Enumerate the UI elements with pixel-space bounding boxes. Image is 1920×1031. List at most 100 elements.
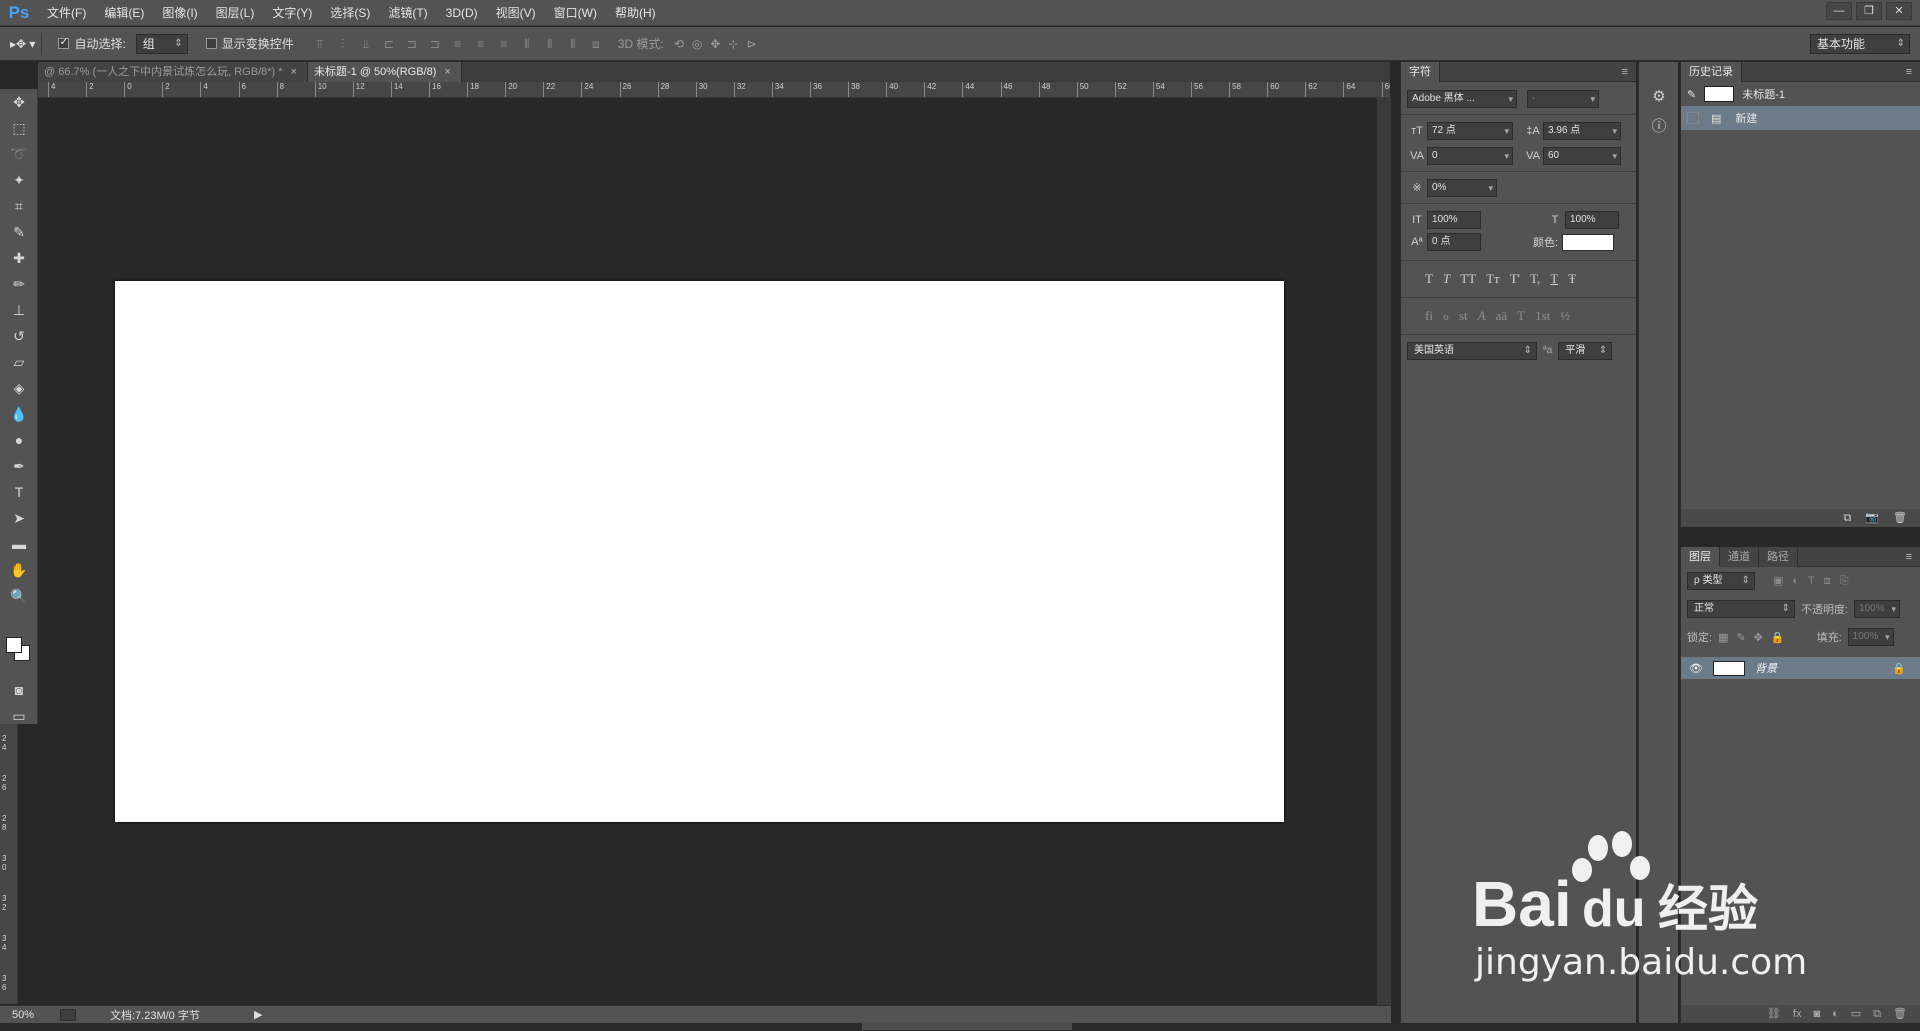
adjustment-layer-icon[interactable]: ◐ xyxy=(1832,1005,1839,1023)
type-tool-icon[interactable]: T xyxy=(0,479,38,505)
vertical-scale-field[interactable]: 100% xyxy=(1427,210,1481,229)
scrollbar-thumb[interactable] xyxy=(862,1023,1072,1030)
layer-filter-icons[interactable]: ▣◐T⧈⎘ xyxy=(1773,574,1858,588)
shape-tool-icon[interactable]: ▬ xyxy=(0,531,38,557)
swash-button[interactable]: A xyxy=(1478,308,1486,324)
move-tool-preset[interactable]: ▸✥ ▾ xyxy=(10,37,35,51)
all-caps-button[interactable]: TT xyxy=(1460,271,1476,287)
foreground-color-swatch[interactable] xyxy=(6,637,22,653)
history-snapshot[interactable]: ✎ 未标题-1 xyxy=(1681,82,1920,106)
distribute-top-icon[interactable]: ≡ xyxy=(450,36,466,52)
text-color-swatch[interactable] xyxy=(1562,233,1615,251)
fractions-button[interactable]: ½ xyxy=(1560,308,1570,324)
new-snapshot-icon[interactable]: 📷 xyxy=(1865,509,1879,527)
tab-document-1[interactable]: @ 66.7% (一人之下中内景试炼怎么玩, RGB/8*) * × xyxy=(38,62,308,82)
layer-filter-dropdown[interactable]: ρ 类型 xyxy=(1687,572,1755,590)
restore-button[interactable]: ❐ xyxy=(1856,2,1882,20)
strikethrough-button[interactable]: Ŧ xyxy=(1568,271,1576,287)
quick-mask-icon[interactable]: ◙ xyxy=(0,677,38,703)
vertical-scrollbar[interactable] xyxy=(1377,98,1391,1005)
stylistic-alternates-button[interactable]: aā xyxy=(1496,308,1508,324)
panel-menu-icon[interactable]: ≡ xyxy=(1906,551,1912,563)
tab-document-2[interactable]: 未标题-1 @ 50%(RGB/8) × xyxy=(307,62,462,82)
delete-state-icon[interactable]: 🗑 xyxy=(1893,509,1907,527)
distribute-vcenter-icon[interactable]: ≡ xyxy=(473,36,489,52)
menu-window[interactable]: 窗口(W) xyxy=(545,4,606,21)
panel-menu-icon[interactable]: ≡ xyxy=(1622,66,1628,78)
horizontal-scale-field[interactable]: 100% xyxy=(1565,210,1619,229)
history-brush-source-icon[interactable]: ✎ xyxy=(1687,88,1696,101)
history-state-new[interactable]: ▤ 新建 xyxy=(1681,106,1920,130)
tab-character[interactable]: 字符 xyxy=(1401,61,1440,82)
layer-style-icon[interactable]: fx xyxy=(1793,1005,1802,1023)
menu-view[interactable]: 视图(V) xyxy=(487,4,545,21)
brush-tool-icon[interactable]: ✏ xyxy=(0,271,38,297)
visibility-eye-icon[interactable]: 👁 xyxy=(1689,662,1703,675)
menu-type[interactable]: 文字(Y) xyxy=(263,4,321,21)
align-top-icon[interactable]: ⫪ xyxy=(312,36,328,52)
magic-wand-tool-icon[interactable]: ✦ xyxy=(0,167,38,193)
tab-history[interactable]: 历史记录 xyxy=(1681,61,1742,82)
fill-field[interactable]: 100% xyxy=(1847,628,1894,646)
blend-mode-dropdown[interactable]: 正常 xyxy=(1687,600,1795,618)
language-dropdown[interactable]: 美国英语 xyxy=(1407,341,1537,360)
kerning-field[interactable]: 0 xyxy=(1427,146,1513,165)
align-hcenter-icon[interactable]: ⊐ xyxy=(404,36,420,52)
healing-brush-tool-icon[interactable]: ✚ xyxy=(0,245,38,271)
clone-stamp-tool-icon[interactable]: ⊥ xyxy=(0,297,38,323)
small-caps-button[interactable]: Tт xyxy=(1486,271,1500,287)
crop-tool-icon[interactable]: ⌗ xyxy=(0,193,38,219)
ligatures-button[interactable]: fi xyxy=(1425,308,1433,324)
tracking-field[interactable]: 60 xyxy=(1543,146,1621,165)
new-group-icon[interactable]: ▭ xyxy=(1851,1005,1861,1023)
menu-file[interactable]: 文件(F) xyxy=(38,4,95,21)
font-family-dropdown[interactable]: Adobe 黑体 ... xyxy=(1407,89,1517,108)
horizontal-scrollbar[interactable] xyxy=(0,1023,1920,1031)
path-selection-tool-icon[interactable]: ➤ xyxy=(0,505,38,531)
auto-select-checkbox[interactable] xyxy=(58,35,70,49)
faux-bold-button[interactable]: T xyxy=(1425,271,1433,287)
contextual-alternates-button[interactable]: ℴ xyxy=(1443,308,1449,324)
panel-menu-icon[interactable]: ≡ xyxy=(1906,66,1912,78)
close-tab-icon[interactable]: × xyxy=(444,66,450,78)
auto-select-dropdown[interactable]: 组 xyxy=(135,33,188,54)
properties-panel-icon[interactable]: ⚙ xyxy=(1639,82,1679,112)
faux-italic-button[interactable]: T xyxy=(1443,271,1450,287)
distribute-left-icon[interactable]: ⦀ xyxy=(519,36,535,52)
close-window-button[interactable]: ✕ xyxy=(1886,2,1912,20)
layer-row-background[interactable]: 👁 背景 🔒 xyxy=(1681,657,1920,679)
antialias-dropdown[interactable]: 平滑 xyxy=(1558,341,1613,360)
new-layer-icon[interactable]: ⧉ xyxy=(1873,1005,1881,1023)
menu-edit[interactable]: 编辑(E) xyxy=(95,4,153,21)
zoom-tool-icon[interactable]: 🔍 xyxy=(0,583,38,609)
align-vcenter-icon[interactable]: ⫶ xyxy=(335,36,351,52)
new-document-from-state-icon[interactable]: ⧉ xyxy=(1843,509,1851,527)
share-icon[interactable] xyxy=(60,1008,76,1021)
history-brush-tool-icon[interactable]: ↺ xyxy=(0,323,38,349)
close-tab-icon[interactable]: × xyxy=(291,66,297,78)
leading-field[interactable]: 3.96 点 xyxy=(1543,121,1621,140)
align-bottom-icon[interactable]: ⫫ xyxy=(358,36,374,52)
canvas-area[interactable] xyxy=(38,98,1390,1005)
minimize-button[interactable]: — xyxy=(1826,2,1852,20)
lasso-tool-icon[interactable]: ➰ xyxy=(0,141,38,167)
tsume-field[interactable]: 0% xyxy=(1427,178,1497,197)
distribute-right-icon[interactable]: ⦀ xyxy=(565,36,581,52)
delete-layer-icon[interactable]: 🗑 xyxy=(1893,1005,1907,1023)
history-state-checkbox[interactable] xyxy=(1687,112,1699,124)
hand-tool-icon[interactable]: ✋ xyxy=(0,557,38,583)
menu-image[interactable]: 图像(I) xyxy=(153,4,206,21)
blur-tool-icon[interactable]: 💧 xyxy=(0,401,38,427)
font-size-field[interactable]: 72 点 xyxy=(1427,121,1513,140)
titling-alternates-button[interactable]: T xyxy=(1517,308,1525,324)
align-left-icon[interactable]: ⊏ xyxy=(381,36,397,52)
zoom-level[interactable]: 50% xyxy=(12,1009,52,1021)
marquee-tool-icon[interactable]: ⬚ xyxy=(0,115,38,141)
add-mask-icon[interactable]: ◙ xyxy=(1813,1005,1820,1023)
align-right-icon[interactable]: ⊐ xyxy=(427,36,443,52)
show-transform-checkbox[interactable] xyxy=(205,38,217,49)
pen-tool-icon[interactable]: ✒ xyxy=(0,453,38,479)
paint-bucket-tool-icon[interactable]: ◈ xyxy=(0,375,38,401)
move-tool-icon[interactable]: ✥ xyxy=(0,89,38,115)
tab-layers[interactable]: 图层 xyxy=(1681,546,1720,567)
